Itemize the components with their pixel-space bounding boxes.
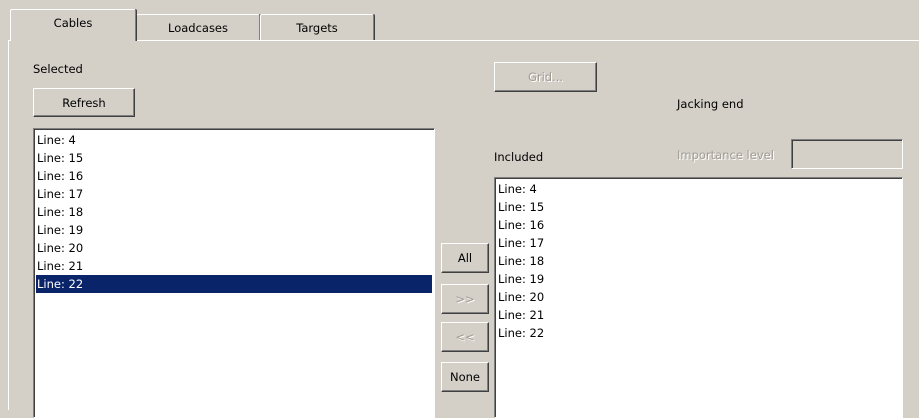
tab-panel-top-border	[8, 40, 919, 41]
list-item[interactable]: Line: 16	[497, 216, 902, 234]
list-item[interactable]: Line: 22	[497, 324, 902, 342]
list-item[interactable]: Line: 20	[497, 288, 902, 306]
list-item[interactable]: Line: 17	[497, 234, 902, 252]
list-item[interactable]: Line: 15	[497, 198, 902, 216]
all-button[interactable]: All	[441, 243, 489, 273]
tab-cables[interactable]: Cables	[10, 9, 136, 41]
list-item[interactable]: Line: 16	[36, 167, 434, 185]
included-label: Included	[494, 150, 544, 164]
tab-cables-label: Cables	[53, 15, 93, 30]
remove-button[interactable]: <<	[441, 322, 489, 352]
list-item[interactable]: Line: 17	[36, 185, 434, 203]
add-button[interactable]: >>	[441, 284, 489, 314]
refresh-button[interactable]: Refresh	[33, 88, 135, 117]
tab-targets[interactable]: Targets	[260, 14, 374, 40]
selected-list: Line: 4 Line: 15 Line: 16 Line: 17 Line: 18 L…	[34, 129, 434, 293]
list-item[interactable]: Line: 19	[497, 270, 902, 288]
list-item[interactable]: Line: 21	[497, 306, 902, 324]
importance-level-label: Importance level	[677, 148, 774, 162]
list-item[interactable]: Line: 21	[36, 257, 434, 275]
none-button[interactable]: None	[441, 362, 489, 392]
selected-listbox[interactable]: Line: 4 Line: 15 Line: 16 Line: 17 Line: 18 L…	[33, 128, 435, 418]
list-item[interactable]: Line: 20	[36, 239, 434, 257]
list-item[interactable]: Line: 18	[36, 203, 434, 221]
importance-level-field[interactable]	[791, 139, 903, 169]
included-listbox[interactable]: Line: 4 Line: 15 Line: 16 Line: 17 Line: 18 L…	[494, 177, 903, 418]
tab-loadcases-label: Loadcases	[167, 20, 228, 35]
list-item[interactable]: Line: 19	[36, 221, 434, 239]
selected-label: Selected	[33, 62, 83, 76]
list-item[interactable]: Line: 4	[36, 131, 434, 149]
tab-loadcases[interactable]: Loadcases	[136, 14, 260, 40]
list-item[interactable]: Line: 18	[497, 252, 902, 270]
jacking-end-label: Jacking end	[677, 97, 744, 111]
list-item[interactable]: Line: 15	[36, 149, 434, 167]
included-list: Line: 4 Line: 15 Line: 16 Line: 17 Line: 18 L…	[495, 178, 902, 342]
tab-targets-label: Targets	[296, 20, 338, 35]
list-item[interactable]: Line: 22	[36, 275, 432, 293]
list-item[interactable]: Line: 4	[497, 180, 902, 198]
grid-button[interactable]: Grid...	[494, 62, 597, 92]
tab-panel-left-border	[8, 40, 9, 410]
